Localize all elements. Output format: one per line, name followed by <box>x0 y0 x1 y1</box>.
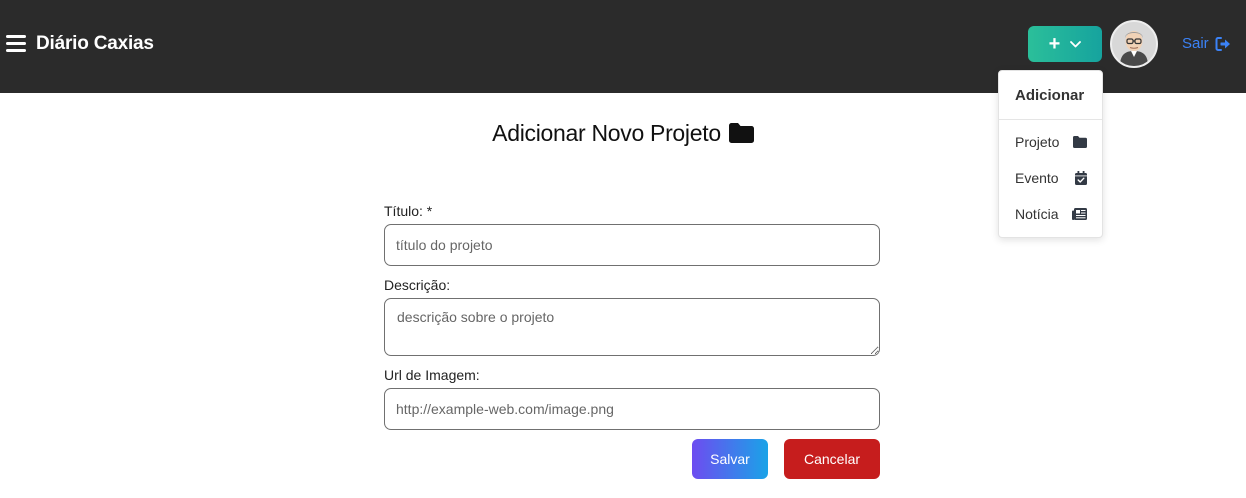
dropdown-header: Adicionar <box>1015 87 1085 104</box>
chevron-down-icon <box>1070 40 1082 47</box>
titulo-label: Título: * <box>384 203 433 219</box>
page-title: Adicionar Novo Projeto <box>0 120 1246 147</box>
descricao-label: Descrição: <box>384 277 451 293</box>
calendar-check-icon <box>1075 171 1087 185</box>
user-avatar[interactable] <box>1110 20 1158 68</box>
folder-icon <box>728 123 754 143</box>
plus-icon: + <box>1048 33 1061 55</box>
descricao-textarea[interactable] <box>384 298 880 356</box>
url-imagem-label: Url de Imagem: <box>384 367 480 383</box>
cancel-button[interactable]: Cancelar <box>784 439 880 479</box>
save-button[interactable]: Salvar <box>692 439 768 479</box>
logout-link[interactable]: Sair <box>1182 35 1233 52</box>
titulo-input[interactable] <box>384 224 880 266</box>
add-dropdown-menu: Adicionar Projeto Evento Notícia <box>998 70 1103 238</box>
newspaper-icon <box>1072 208 1087 220</box>
menu-item-label: Evento <box>1015 170 1059 186</box>
menu-icon[interactable] <box>6 35 26 53</box>
logout-label: Sair <box>1182 35 1209 52</box>
logout-icon <box>1215 36 1230 51</box>
page-title-text: Adicionar Novo Projeto <box>492 120 721 146</box>
brand-title[interactable]: Diário Caxias <box>36 33 154 55</box>
menu-item-evento[interactable]: Evento <box>1015 170 1087 186</box>
menu-item-noticia[interactable]: Notícia <box>1015 206 1087 222</box>
menu-item-label: Notícia <box>1015 206 1059 222</box>
url-imagem-input[interactable] <box>384 388 880 430</box>
add-dropdown-button[interactable]: + <box>1028 26 1102 62</box>
